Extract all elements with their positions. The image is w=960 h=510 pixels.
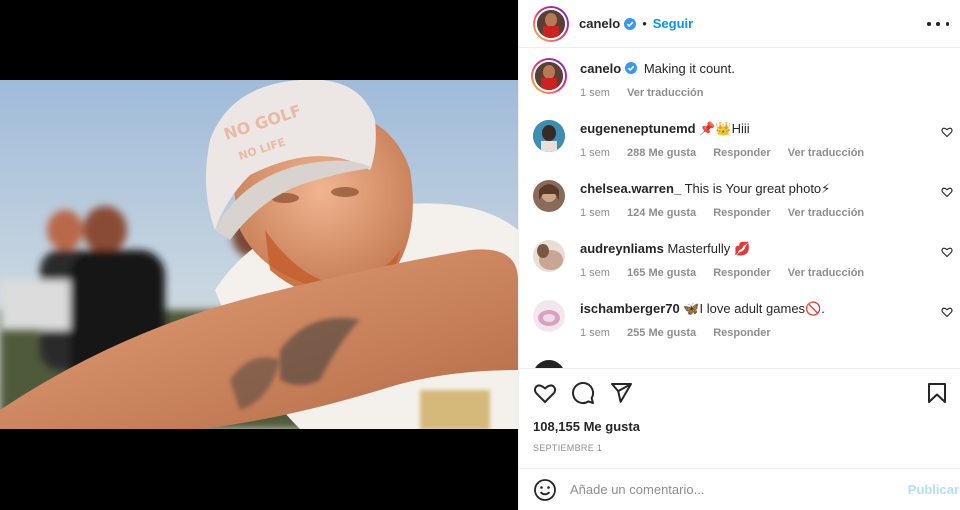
comment-likes[interactable]: 165 Me gusta [627, 267, 696, 279]
like-heart-icon[interactable] [533, 381, 557, 405]
comment-text: I love adult games [699, 301, 806, 316]
verified-badge-icon [625, 62, 638, 74]
comment-emoji: 📌👑 [699, 121, 732, 136]
comment-like-heart-icon[interactable] [941, 186, 953, 198]
comment-text: This is Your great photo [684, 181, 822, 196]
commenter-avatar[interactable] [533, 120, 565, 152]
publish-button[interactable]: Publicar [908, 482, 959, 497]
caption-translate-link[interactable]: Ver traducción [627, 87, 703, 99]
post-actions: 108,155 Me gusta SEPTIEMBRE 1 [519, 368, 960, 468]
commenter-username[interactable]: ischamberger70 [580, 301, 680, 316]
separator-dot: • [642, 16, 647, 31]
comment-like-heart-icon[interactable] [941, 306, 953, 318]
commenter-avatar[interactable] [533, 300, 565, 332]
comment-translate-link[interactable]: Ver traducción [788, 147, 864, 159]
more-options-icon[interactable] [927, 14, 949, 34]
caption-time[interactable]: 1 sem [580, 87, 610, 99]
commenter-username[interactable]: chelsea.warren_ [580, 181, 681, 196]
post-details-panel: canelo • Seguir canelo Making it count. … [518, 0, 960, 510]
author-username[interactable]: canelo [579, 16, 620, 31]
post-modal: NO GOLF NO LIFE canelo • Seguir canelo M… [0, 0, 960, 510]
comment-reply-button[interactable]: Responder [713, 327, 770, 339]
share-send-icon[interactable] [609, 381, 633, 405]
caption-username[interactable]: canelo [580, 61, 621, 76]
comment-time[interactable]: 1 sem [580, 267, 610, 279]
comment-emoji: 🚫. [805, 301, 825, 316]
comment-likes[interactable]: 288 Me gusta [627, 147, 696, 159]
author-avatar[interactable] [533, 5, 569, 42]
likes-count[interactable]: 108,155 Me gusta [533, 419, 640, 434]
commenter-username[interactable]: eugeneneptunemd [580, 121, 696, 136]
add-comment-input[interactable]: Añade un comentario... [570, 482, 908, 497]
post-media[interactable]: NO GOLF NO LIFE [0, 0, 518, 510]
comment-text: Masterfully [667, 241, 731, 256]
caption-text: Making it count. [643, 61, 735, 76]
comment-reply-button[interactable]: Responder [713, 207, 770, 219]
comment-translate-link[interactable]: Ver traducción [788, 207, 864, 219]
comment-text: Hiii [731, 121, 750, 136]
add-comment-bar: Añade un comentario... Publicar [519, 468, 960, 510]
comment-emoji: ⚡ [821, 181, 831, 196]
comment-translate-link[interactable]: Ver traducción [788, 267, 864, 279]
comment-reply-button[interactable]: Responder [713, 267, 770, 279]
comment-likes[interactable]: 255 Me gusta [627, 327, 696, 339]
comment-emoji: 💋 [733, 241, 751, 256]
commenter-avatar[interactable] [533, 180, 565, 212]
comment-bubble-icon[interactable] [571, 381, 595, 405]
post-header: canelo • Seguir [519, 0, 960, 48]
comment-like-heart-icon[interactable] [941, 246, 953, 258]
comment-time[interactable]: 1 sem [580, 147, 610, 159]
caption-avatar[interactable] [531, 58, 567, 94]
post-photo[interactable]: NO GOLF NO LIFE [0, 80, 518, 429]
post-date[interactable]: SEPTIEMBRE 1 [533, 443, 602, 453]
comment-like-heart-icon[interactable] [941, 126, 953, 138]
verified-badge-icon [624, 17, 637, 30]
comment-emoji: 🦋 [683, 301, 700, 316]
follow-button[interactable]: Seguir [653, 16, 693, 31]
commenter-avatar[interactable] [533, 360, 565, 368]
comment-time[interactable]: 1 sem [580, 207, 610, 219]
comments-list[interactable]: canelo Making it count. 1 sem Ver traduc… [519, 48, 960, 368]
photo-illustration: NO GOLF NO LIFE [0, 80, 518, 429]
commenter-avatar[interactable] [533, 240, 565, 272]
emoji-picker-icon[interactable] [533, 478, 557, 502]
comment-likes[interactable]: 124 Me gusta [627, 207, 696, 219]
commenter-username[interactable]: audreynliams [580, 241, 664, 256]
save-bookmark-icon[interactable] [925, 381, 949, 405]
comment-time[interactable]: 1 sem [580, 327, 610, 339]
comment-reply-button[interactable]: Responder [713, 147, 770, 159]
